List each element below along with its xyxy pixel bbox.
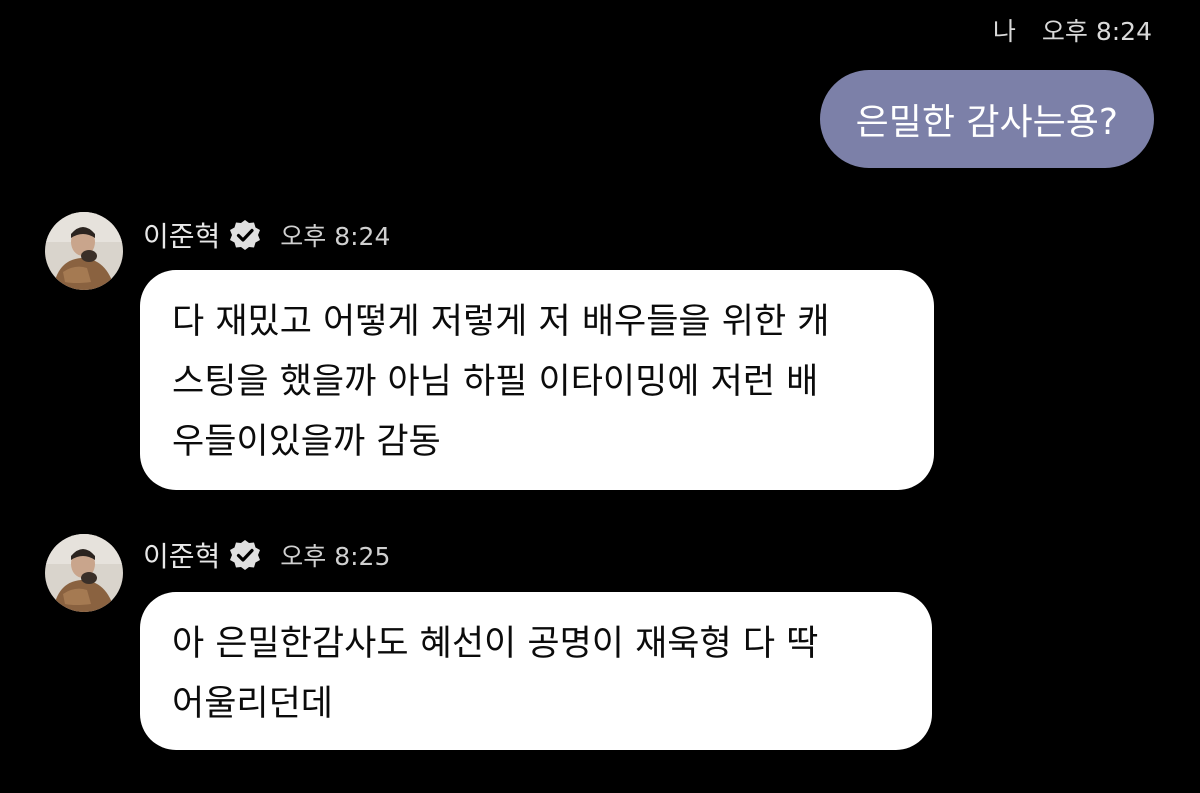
message-line: 우들이있을까 감동	[172, 422, 441, 462]
message-line: 아 은밀한감사도 혜선이 공명이 재욱형 다 딱	[172, 624, 819, 664]
sender-name[interactable]: 이준혁	[143, 535, 220, 575]
sender-row: 이준혁 오후 8:25	[143, 535, 390, 575]
verified-badge-icon	[228, 538, 262, 572]
incoming-message-bubble[interactable]: 다 재밌고 어떻게 저렇게 저 배우들을 위한 캐 스팅을 했을까 아님 하필 …	[140, 270, 934, 490]
outgoing-meta: 나 오후 8:24	[993, 12, 1152, 48]
message-line: 어울리던데	[172, 684, 334, 724]
message-line: 스팅을 했을까 아님 하필 이타이밍에 저런 배	[172, 362, 819, 402]
outgoing-sender-label: 나	[992, 17, 1016, 46]
avatar[interactable]	[45, 534, 123, 612]
sender-name[interactable]: 이준혁	[143, 215, 220, 255]
outgoing-time: 오후 8:24	[1041, 17, 1152, 46]
sender-row: 이준혁 오후 8:24	[143, 215, 390, 255]
incoming-message-bubble[interactable]: 아 은밀한감사도 혜선이 공명이 재욱형 다 딱 어울리던데	[140, 592, 932, 750]
message-time: 오후 8:24	[280, 222, 391, 251]
outgoing-message-bubble[interactable]: 은밀한 감사는용?	[819, 70, 1154, 168]
verified-badge-icon	[228, 218, 262, 252]
chat-thread: 나 오후 8:24 은밀한 감사는용? 이준혁 오후 8:24 다 재밌고 어떻…	[0, 0, 1200, 793]
avatar[interactable]	[45, 212, 123, 290]
message-time: 오후 8:25	[280, 542, 391, 571]
message-line: 다 재밌고 어떻게 저렇게 저 배우들을 위한 캐	[172, 302, 830, 342]
outgoing-message-text: 은밀한 감사는용?	[855, 102, 1118, 143]
